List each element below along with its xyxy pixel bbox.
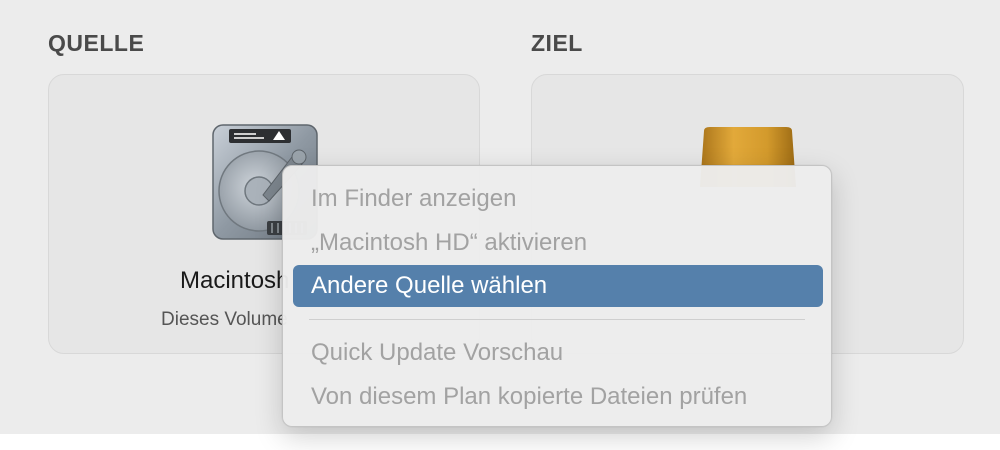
menu-item-show-in-finder[interactable]: Im Finder anzeigen — [293, 178, 823, 220]
menu-item-activate-volume[interactable]: „Macintosh HD“ aktivieren — [293, 222, 823, 264]
menu-item-quick-update-preview[interactable]: Quick Update Vorschau — [293, 332, 823, 374]
menu-item-verify-copied-files[interactable]: Von diesem Plan kopierte Dateien prüfen — [293, 376, 823, 418]
context-menu: Im Finder anzeigen „Macintosh HD“ aktivi… — [282, 165, 832, 427]
destination-heading: ZIEL — [531, 30, 583, 56]
menu-item-choose-other-source[interactable]: Andere Quelle wählen — [293, 265, 823, 307]
source-heading: QUELLE — [48, 30, 145, 56]
menu-separator — [309, 319, 805, 320]
source-volume-subtitle: Dieses Volume — [161, 309, 288, 330]
